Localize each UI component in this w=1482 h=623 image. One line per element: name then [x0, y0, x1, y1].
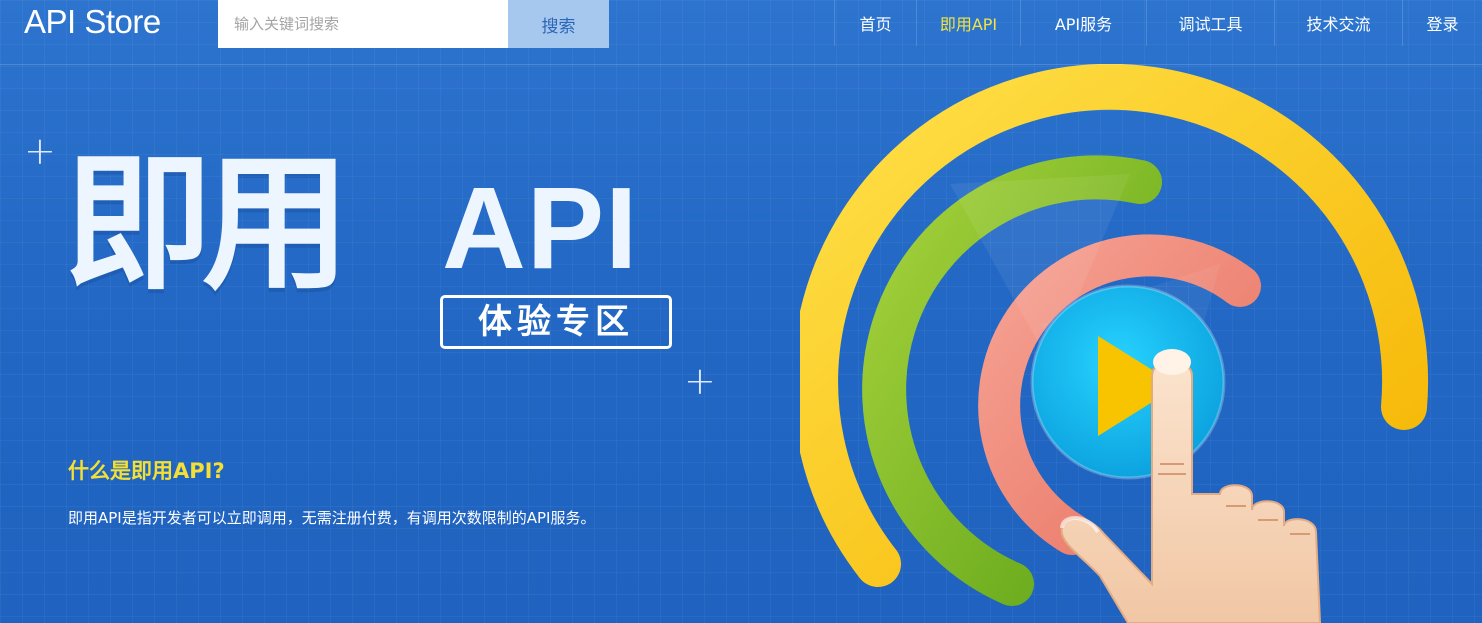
- hero-title-api: API: [442, 163, 639, 293]
- nav-item-instant-api[interactable]: 即用API: [916, 0, 1020, 46]
- plus-decoration-icon: +: [684, 359, 716, 403]
- site-logo[interactable]: API Store: [24, 2, 161, 42]
- search-button[interactable]: 搜索: [508, 0, 609, 48]
- hero-question: 什么是即用API?: [68, 459, 225, 483]
- hero-badge: 体验专区: [440, 295, 672, 349]
- main-nav: 首页 即用API API服务 调试工具 技术交流 登录: [834, 0, 1482, 46]
- nav-item-debug-tools[interactable]: 调试工具: [1146, 0, 1274, 46]
- page: API Store 搜索 首页 即用API API服务 调试工具 技术交流 登录…: [0, 0, 1482, 623]
- nav-item-api-services[interactable]: API服务: [1020, 0, 1146, 46]
- hero-title-chinese: 即用: [64, 138, 350, 310]
- hero-title: 即用 API: [64, 138, 637, 310]
- nav-item-home[interactable]: 首页: [834, 0, 916, 46]
- nav-item-login[interactable]: 登录: [1402, 0, 1482, 46]
- hero-description: 即用API是指开发者可以立即调用，无需注册付费，有调用次数限制的API服务。: [68, 509, 596, 527]
- nav-item-tech-exchange[interactable]: 技术交流: [1274, 0, 1402, 46]
- hand-tapping-play-illustration: [800, 64, 1429, 623]
- search-input[interactable]: [218, 0, 508, 48]
- top-navigation-bar: API Store 搜索 首页 即用API API服务 调试工具 技术交流 登录: [0, 0, 1482, 65]
- plus-decoration-icon: +: [24, 129, 56, 173]
